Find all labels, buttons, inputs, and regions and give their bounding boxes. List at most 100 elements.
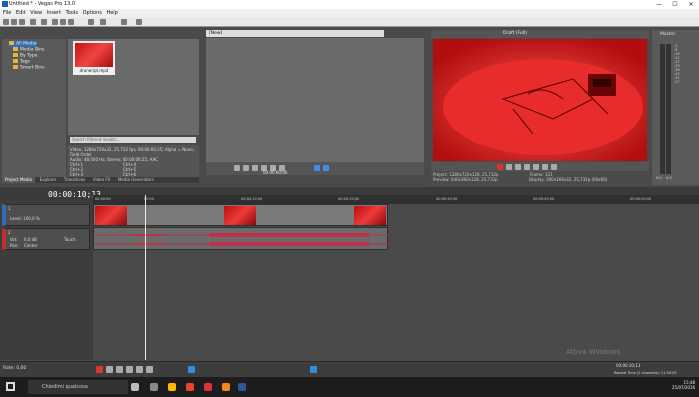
render-icon[interactable] xyxy=(41,19,47,25)
new-icon[interactable] xyxy=(3,19,9,25)
save-icon[interactable] xyxy=(19,19,25,25)
windows-start-icon[interactable] xyxy=(6,382,15,391)
cut-icon[interactable] xyxy=(52,19,58,25)
redo-icon[interactable] xyxy=(100,19,106,25)
tab-transitions[interactable]: Transitions xyxy=(61,177,88,183)
copy-icon[interactable] xyxy=(60,19,66,25)
close-button[interactable]: ✕ xyxy=(683,0,699,9)
audio-clip[interactable] xyxy=(93,227,389,250)
media-info-video: Video: 1280x720x32, 25,732 fps; 00:00:00… xyxy=(70,147,194,157)
chrome-icon[interactable] xyxy=(186,383,194,391)
status-timecode: 00:00:10;13 xyxy=(616,363,641,368)
folder-icon xyxy=(13,65,18,69)
video-preview xyxy=(433,39,647,161)
tree-tags[interactable]: Tags xyxy=(13,59,30,65)
mic-icon[interactable] xyxy=(131,383,139,391)
properties-icon[interactable] xyxy=(30,19,36,25)
media-tree-panel: All Media Media Bins By Type Tags Smart … xyxy=(2,39,66,177)
audio-track-number: 2 xyxy=(8,230,11,235)
main-toolbar xyxy=(0,17,699,27)
trimmer-controls: 00:00:00;00 xyxy=(206,162,424,175)
folder-icon xyxy=(13,53,18,57)
ruler-label: 00:00:20;00 xyxy=(338,197,360,201)
record-icon[interactable] xyxy=(497,164,503,170)
play-icon[interactable] xyxy=(126,366,133,373)
tab-video-fx[interactable]: Video FX xyxy=(90,177,114,183)
loop-icon[interactable] xyxy=(506,164,512,170)
undo-icon[interactable] xyxy=(88,19,94,25)
video-track-level: Level: 100,0 % xyxy=(10,216,40,221)
clip-frame xyxy=(224,206,256,225)
prev-frame-icon[interactable] xyxy=(542,164,548,170)
menu-view[interactable]: View xyxy=(30,9,42,17)
activation-watermark: Attiva Windows xyxy=(566,348,621,356)
preview-value: 640x360x128, 25,732p xyxy=(450,177,498,182)
preview-quality[interactable]: Draft (Full) xyxy=(503,31,527,36)
app-icon-red[interactable] xyxy=(204,383,212,391)
trimmer-view xyxy=(206,38,424,162)
pause-icon[interactable] xyxy=(524,164,530,170)
timeline-tracks[interactable] xyxy=(93,204,699,360)
track-headers: 1 Level: 100,0 % 2 Vol: 0,0 dB Pan: Cent… xyxy=(0,200,93,360)
loop-icon[interactable] xyxy=(106,366,113,373)
play-icon[interactable] xyxy=(243,165,249,171)
maximize-button[interactable]: ☐ xyxy=(667,0,683,9)
timeline-ruler[interactable]: 00:00:00 +5:00 00:00:10;00 00:00:20;00 0… xyxy=(93,195,699,204)
normal-edit-tool-icon[interactable] xyxy=(188,366,195,373)
menu-help[interactable]: Help xyxy=(106,9,117,17)
vlc-icon[interactable] xyxy=(222,383,230,391)
video-clip[interactable] xyxy=(93,204,388,226)
stop-icon[interactable] xyxy=(146,366,153,373)
audio-pan-label: Pan: xyxy=(10,243,19,248)
play-icon[interactable] xyxy=(515,164,521,170)
record-icon[interactable] xyxy=(96,366,103,373)
thumbnail-image xyxy=(75,43,113,67)
menu-insert[interactable]: Insert xyxy=(47,9,61,17)
menu-options[interactable]: Options xyxy=(83,9,102,17)
pause-icon[interactable] xyxy=(252,165,258,171)
transport-bar: Rate: 0,00 00:00:10;13 Record Time (2 ch… xyxy=(0,361,699,377)
video-track-header[interactable]: 1 Level: 100,0 % xyxy=(2,204,90,226)
minimize-button[interactable]: — xyxy=(651,0,667,9)
task-view-icon[interactable] xyxy=(150,383,158,391)
tree-smart-bins[interactable]: Smart Bins xyxy=(13,65,45,71)
audio-track-header[interactable]: 2 Vol: 0,0 dB Pan: Center Touch xyxy=(2,228,90,250)
vegas-taskbar-icon[interactable] xyxy=(238,383,246,391)
menu-file[interactable]: File xyxy=(3,9,11,17)
media-search-input[interactable]: Search filtered results... xyxy=(70,137,196,143)
file-explorer-icon[interactable] xyxy=(168,383,176,391)
preview-info: Project: 1280x720x128, 25,732p Frame: 33… xyxy=(431,171,649,185)
tab-project-media[interactable]: Project Media xyxy=(2,177,35,183)
open-icon[interactable] xyxy=(11,19,17,25)
tree-by-type[interactable]: By Type xyxy=(13,53,38,59)
tab-explorer[interactable]: Explorer xyxy=(37,177,60,183)
menu-tools[interactable]: Tools xyxy=(66,9,78,17)
selection-tool-icon[interactable] xyxy=(310,366,317,373)
media-filename: droneript.mp4 xyxy=(79,68,109,73)
trimmer-dropdown[interactable]: [New] xyxy=(206,30,384,37)
next-frame-icon[interactable] xyxy=(551,164,557,170)
stop-icon[interactable] xyxy=(533,164,539,170)
taskbar-search-input[interactable]: Chiedimi qualcosa xyxy=(28,380,128,394)
tab-media-generators[interactable]: Media Generators xyxy=(115,177,157,183)
playhead[interactable] xyxy=(145,195,146,360)
set-in-icon[interactable] xyxy=(314,165,320,171)
audio-touch-mode[interactable]: Touch xyxy=(64,237,75,242)
snap-icon[interactable] xyxy=(121,19,127,25)
loop-icon[interactable] xyxy=(234,165,240,171)
tree-media-bins[interactable]: Media Bins xyxy=(13,47,44,53)
play-from-start-icon[interactable] xyxy=(116,366,123,373)
paste-icon[interactable] xyxy=(68,19,74,25)
menu-edit[interactable]: Edit xyxy=(16,9,26,17)
preview-toolbar: Draft (Full) xyxy=(431,30,649,38)
display-label: Display: xyxy=(528,177,545,182)
display-value: 300x169x32, 25,732p (60x60) xyxy=(546,177,608,182)
help-icon[interactable] xyxy=(136,19,142,25)
media-thumbnail[interactable]: droneript.mp4 xyxy=(73,41,115,75)
app-icon xyxy=(2,1,8,7)
pause-icon[interactable] xyxy=(136,366,143,373)
taskbar-clock[interactable]: 15:48 25/07/2016 xyxy=(672,380,695,390)
set-out-icon[interactable] xyxy=(323,165,329,171)
tree-all-media[interactable]: All Media xyxy=(9,41,37,47)
master-meter-right xyxy=(666,44,671,174)
